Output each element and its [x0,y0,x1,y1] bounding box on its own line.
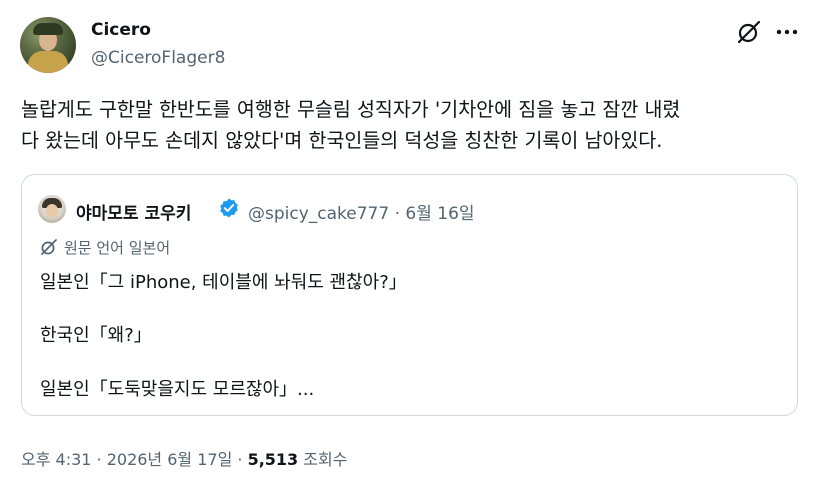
author-handle[interactable]: @CiceroFlager8 [91,48,225,68]
grok-icon[interactable] [736,19,762,45]
translation-note: 원문 언어 일본어 [40,237,170,258]
tweet-text: 놀랍게도 구한말 한반도를 여행한 무슬림 성직자가 '기차안에 짐을 놓고 잠… [21,94,811,156]
tweet-text-line: 다 왔는데 아무도 손데지 않았다'며 한국인들의 덕성을 칭찬한 기록이 남아… [21,129,663,152]
views-label: 조회수 [298,450,348,469]
quoted-tweet[interactable]: 야마모토 코우키 @spicy_cake777 · 6월 16일 원문 언어 일… [21,174,798,416]
more-options-icon[interactable] [776,29,798,35]
translation-label: 원문 언어 일본어 [64,239,171,257]
quoted-text-line: 한국인「왜?」 [40,325,152,346]
quoted-handle-date[interactable]: @spicy_cake777 · 6월 16일 [248,199,475,224]
quoted-text-line: 일본인「도둑맞을지도 모르잖아」... [40,379,315,400]
author-avatar[interactable] [20,17,76,73]
quoted-text-line: 일본인「그 iPhone, 테이블에 놔둬도 괜찮아?」 [40,272,407,293]
tweet-text-line: 놀랍게도 구한말 한반도를 여행한 무슬림 성직자가 '기차안에 짐을 놓고 잠… [21,98,681,121]
timestamp[interactable]: 오후 4:31 · 2026년 6월 17일 · [21,450,248,469]
verified-badge-icon [220,198,238,218]
tweet-meta: 오후 4:31 · 2026년 6월 17일 · 5,513 조회수 [21,446,347,470]
grok-translate-icon [41,239,57,255]
author-name[interactable]: Cicero [91,20,151,40]
views-count: 5,513 [247,450,299,469]
quoted-author-avatar[interactable] [38,195,66,223]
quoted-author-name[interactable]: 야마모토 코우키 [76,199,191,224]
